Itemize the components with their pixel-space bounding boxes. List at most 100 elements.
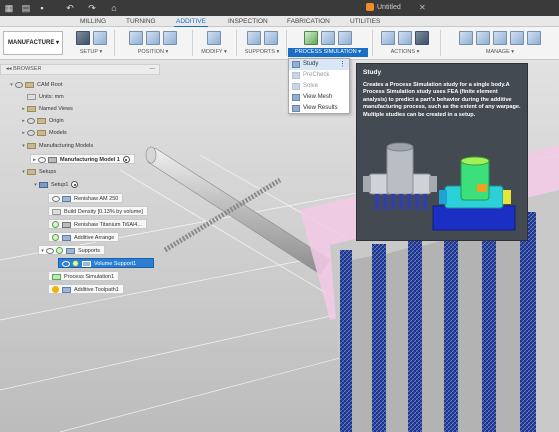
tab-inspection[interactable]: INSPECTION: [228, 17, 268, 26]
minimize-icon[interactable]: —: [150, 65, 156, 74]
collapse-arrow-icon[interactable]: ▾: [8, 80, 15, 90]
browser-row-build-density[interactable]: Build Density [0.13% by volume]: [48, 206, 148, 216]
undo-icon[interactable]: ↶: [64, 2, 76, 14]
modify-icon[interactable]: [207, 31, 221, 45]
study-icon[interactable]: [304, 31, 318, 45]
volume-support-icon[interactable]: [246, 31, 261, 45]
browser-row-origin[interactable]: ▸ Origin: [20, 116, 64, 126]
tool-library-icon[interactable]: [459, 31, 473, 45]
visibility-eye-icon[interactable]: [15, 81, 23, 88]
actions-group[interactable]: ACTIONS ▾: [376, 28, 434, 58]
new-setup-icon[interactable]: [92, 31, 107, 45]
more-options-icon[interactable]: ⋮: [339, 59, 346, 70]
close-tab-icon[interactable]: ✕: [419, 2, 426, 14]
visibility-eye-icon[interactable]: [38, 156, 46, 163]
file-icon[interactable]: ▤: [20, 2, 32, 14]
browser-header[interactable]: ◂◂ BROWSER —: [0, 64, 160, 75]
visibility-eye-icon[interactable]: [52, 195, 60, 202]
browser-row-material[interactable]: Renishaw Titanium Ti6Al4...: [48, 219, 147, 229]
actions-group-label[interactable]: ACTIONS ▾: [376, 48, 434, 57]
browser-row-label: Manufacturing Model 1: [60, 157, 120, 163]
document-icon: [52, 208, 61, 215]
tab-milling[interactable]: MILLING: [80, 17, 106, 26]
redo-icon[interactable]: ↷: [86, 2, 98, 14]
browser-row-volume-support1[interactable]: Volume Support1: [58, 258, 154, 268]
visibility-eye-icon[interactable]: [27, 129, 35, 136]
template-library-icon[interactable]: [476, 31, 490, 45]
setup-icon[interactable]: [75, 31, 90, 45]
post-process-icon[interactable]: [415, 31, 429, 45]
expand-arrow-icon[interactable]: ▸: [31, 155, 38, 165]
tab-turning[interactable]: TURNING: [126, 17, 156, 26]
browser-row-setups[interactable]: ▾ Setups: [20, 167, 56, 177]
place-parts-icon[interactable]: [146, 31, 160, 45]
expand-arrow-icon[interactable]: ▸: [20, 116, 27, 126]
process-simulation-group[interactable]: PROCESS SIMULATION ▾: [288, 28, 368, 58]
browser-row-setup1[interactable]: ▾ Setup1: [32, 180, 79, 190]
generate-icon[interactable]: [398, 31, 412, 45]
position-group[interactable]: POSITION ▾: [118, 28, 188, 58]
post-library-icon[interactable]: [510, 31, 524, 45]
browser-title: BROWSER: [13, 66, 42, 72]
setup-group-label[interactable]: SETUP ▾: [72, 48, 110, 57]
precheck-icon[interactable]: [321, 31, 335, 45]
modify-group[interactable]: MODIFY ▾: [196, 28, 232, 58]
collapse-arrow-icon[interactable]: ▾: [20, 141, 27, 151]
arrange-icon: [62, 234, 71, 241]
machine-library-icon[interactable]: [493, 31, 507, 45]
document-tab[interactable]: Untitled: [366, 2, 401, 14]
menu-item-view-mesh[interactable]: View Mesh: [289, 92, 349, 103]
supports-group[interactable]: SUPPORTS ▾: [240, 28, 284, 58]
model-icon: [48, 156, 57, 163]
bar-support-icon[interactable]: [263, 31, 278, 45]
browser-row-units[interactable]: Units: mm: [20, 92, 64, 102]
workspace-switcher[interactable]: MANUFACTURE ▾: [3, 31, 63, 55]
browser-row-manufacturing-models[interactable]: ▾ Manufacturing Models: [20, 141, 93, 151]
browser-row-additive-toolpath1[interactable]: Additive Toolpath1: [48, 284, 124, 294]
menu-item-solve[interactable]: Solve: [289, 81, 349, 92]
setup-group[interactable]: SETUP ▾: [72, 28, 110, 58]
position-group-label[interactable]: POSITION ▾: [118, 48, 188, 57]
volume-support-icon: [82, 260, 91, 267]
home-icon[interactable]: ⌂: [108, 2, 120, 14]
collapse-browser-icon[interactable]: ◂◂: [6, 66, 13, 72]
browser-row-cam-root[interactable]: ▾ CAM Root: [8, 80, 62, 90]
browser-row-models[interactable]: ▸ Models: [20, 128, 67, 138]
menu-item-precheck[interactable]: PreCheck: [289, 70, 349, 81]
save-icon[interactable]: ▪: [36, 2, 48, 14]
manage-group-label[interactable]: MANAGE ▾: [444, 48, 556, 57]
tab-utilities[interactable]: UTILITIES: [350, 17, 380, 26]
browser-row-manufacturing-model-1[interactable]: ▸ Manufacturing Model 1: [30, 154, 135, 164]
collapse-arrow-icon[interactable]: ▾: [32, 180, 39, 190]
tab-fabrication[interactable]: FABRICATION: [287, 17, 330, 26]
browser-row-process-simulation1[interactable]: Process Simulation1: [48, 271, 120, 281]
browser-row-additive-arrange[interactable]: Additive Arrange: [48, 232, 120, 242]
browser-row-machine[interactable]: Renishaw AM 250: [48, 193, 124, 203]
visibility-eye-icon[interactable]: [46, 247, 54, 254]
process-simulation-group-label[interactable]: PROCESS SIMULATION ▾: [288, 48, 368, 57]
tab-additive[interactable]: ADDITIVE: [174, 17, 208, 27]
menu-item-study[interactable]: Study ⋮: [289, 59, 349, 70]
modify-group-label[interactable]: MODIFY ▾: [196, 48, 232, 57]
supports-group-label[interactable]: SUPPORTS ▾: [240, 48, 284, 57]
grid-icon[interactable]: ▦: [3, 2, 15, 14]
simulate-icon[interactable]: [381, 31, 395, 45]
expand-arrow-icon[interactable]: ▸: [20, 128, 27, 138]
visibility-eye-icon[interactable]: [62, 260, 70, 267]
browser-row-supports[interactable]: ▾ Supports: [38, 245, 106, 256]
orient-icon[interactable]: [163, 31, 177, 45]
task-manager-icon[interactable]: [527, 31, 541, 45]
move-icon[interactable]: [129, 31, 143, 45]
menu-item-view-results[interactable]: View Results: [289, 103, 349, 114]
tooltip-body: Creates a Process Simulation study for a…: [363, 82, 521, 118]
toolbar: MANUFACTURE ▾ SETUP ▾ POSITION ▾ MODIFY …: [0, 27, 559, 60]
expand-arrow-icon[interactable]: ▸: [20, 104, 27, 114]
collapse-arrow-icon[interactable]: ▾: [39, 246, 46, 256]
manage-group[interactable]: MANAGE ▾: [444, 28, 556, 58]
visibility-eye-icon[interactable]: [27, 117, 35, 124]
collapse-arrow-icon[interactable]: ▾: [20, 167, 27, 177]
browser-row-named-views[interactable]: ▸ Named Views: [20, 104, 73, 114]
active-radio-icon[interactable]: [71, 181, 79, 189]
solve-icon[interactable]: [338, 31, 352, 45]
active-radio-icon[interactable]: [122, 156, 130, 164]
